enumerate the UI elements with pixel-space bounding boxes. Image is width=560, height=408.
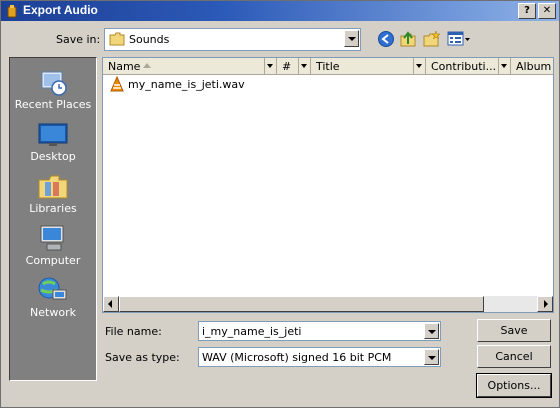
vlc-file-icon <box>110 76 124 92</box>
cancel-button[interactable]: Cancel <box>477 345 551 368</box>
save-as-type-value: WAV (Microsoft) signed 16 bit PCM <box>202 351 392 364</box>
back-icon[interactable] <box>377 30 395 48</box>
save-as-type-dropdown[interactable]: WAV (Microsoft) signed 16 bit PCM <box>198 347 441 367</box>
place-network[interactable]: Network <box>10 270 96 322</box>
title-bar[interactable]: Export Audio ? ✕ <box>1 1 559 21</box>
column-filter-dropdown[interactable] <box>264 58 276 74</box>
view-menu-icon[interactable] <box>447 30 471 48</box>
export-audio-dialog: Export Audio ? ✕ Save in: Sounds Recent … <box>0 0 560 408</box>
close-button[interactable]: ✕ <box>538 3 556 19</box>
column-filter-dropdown[interactable] <box>298 58 310 74</box>
scroll-right-button[interactable] <box>537 296 553 312</box>
new-folder-icon[interactable] <box>422 30 440 48</box>
file-list[interactable]: Name # Title Contributi... Album my_name… <box>102 57 554 313</box>
scroll-thumb[interactable] <box>119 296 484 312</box>
folder-icon <box>109 32 125 46</box>
help-button[interactable]: ? <box>518 3 536 19</box>
scroll-left-button[interactable] <box>103 296 119 312</box>
column-filter-dropdown[interactable] <box>413 58 425 74</box>
column-header-album[interactable]: Album <box>511 58 553 75</box>
column-header-name[interactable]: Name <box>103 58 277 75</box>
window-title: Export Audio <box>23 3 98 17</box>
app-icon <box>7 5 17 18</box>
sort-ascending-icon <box>143 63 151 68</box>
column-header-number[interactable]: # <box>277 58 311 75</box>
network-icon <box>38 277 67 300</box>
place-computer[interactable]: Computer <box>10 218 96 270</box>
place-label: Desktop <box>30 150 76 163</box>
place-libraries[interactable]: Libraries <box>10 166 96 218</box>
place-recent-places[interactable]: Recent Places <box>10 62 96 114</box>
save-in-value: Sounds <box>129 33 170 46</box>
place-desktop[interactable]: Desktop <box>10 114 96 166</box>
recent-places-icon <box>41 71 67 96</box>
column-header-title[interactable]: Title <box>311 58 426 75</box>
place-label: Recent Places <box>14 98 92 111</box>
desktop-icon <box>38 123 68 146</box>
horizontal-scrollbar[interactable] <box>103 296 553 312</box>
places-bar: Recent Places Desktop Libraries Computer… <box>9 57 97 381</box>
chevron-down-icon[interactable] <box>424 349 439 365</box>
file-name-value: i_my_name_is_jeti <box>202 325 302 338</box>
place-label: Libraries <box>29 202 77 215</box>
save-in-label: Save in: <box>56 33 101 46</box>
save-as-type-label: Save as type: <box>105 351 180 364</box>
computer-icon <box>40 225 64 251</box>
libraries-icon <box>38 175 68 199</box>
options-button[interactable]: Options... <box>476 373 552 398</box>
save-in-dropdown[interactable]: Sounds <box>104 28 361 51</box>
up-folder-icon[interactable] <box>399 30 417 48</box>
save-button[interactable]: Save <box>477 319 551 342</box>
column-filter-dropdown[interactable] <box>498 58 510 74</box>
column-header-contributing[interactable]: Contributi... <box>426 58 511 75</box>
chevron-down-icon[interactable] <box>344 30 359 47</box>
place-label: Computer <box>25 254 81 267</box>
file-name-input[interactable]: i_my_name_is_jeti <box>198 321 441 341</box>
place-label: Network <box>30 306 76 319</box>
chevron-down-icon[interactable] <box>424 323 439 339</box>
file-name-label: File name: <box>105 325 162 338</box>
file-name: my_name_is_jeti.wav <box>128 78 245 91</box>
